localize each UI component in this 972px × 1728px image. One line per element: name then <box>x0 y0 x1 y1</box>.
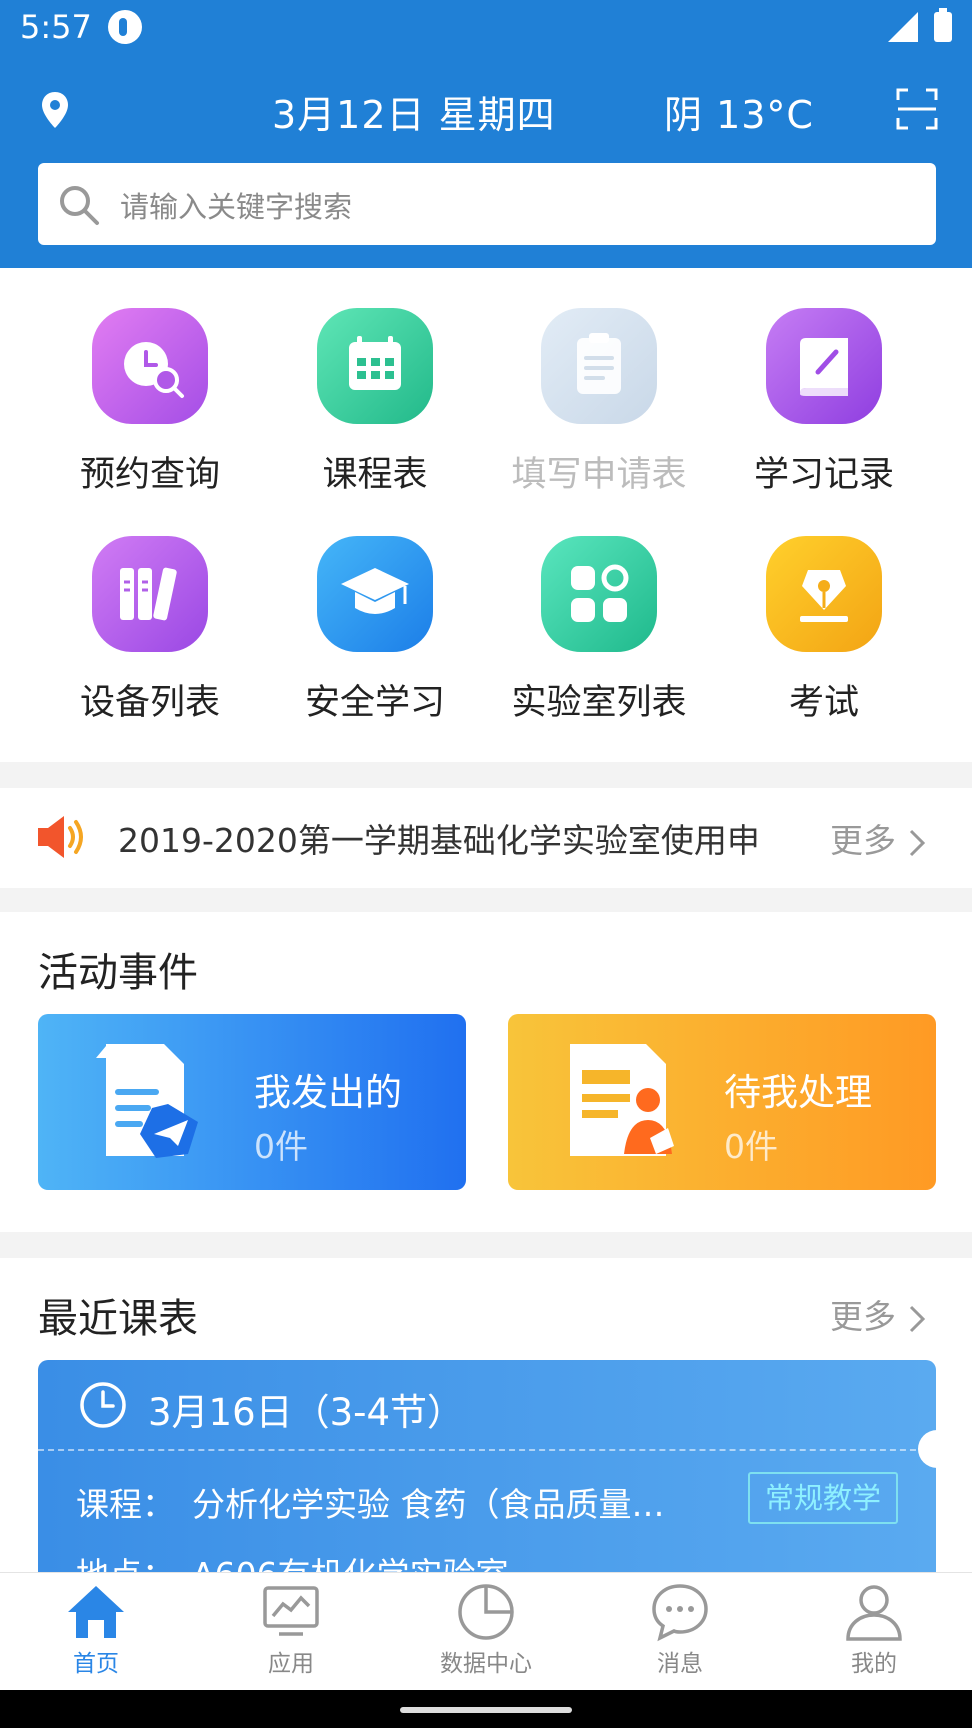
nav-label: 数据中心 <box>440 1651 532 1677</box>
search-input[interactable] <box>120 186 900 228</box>
document-user-icon <box>570 1044 674 1156</box>
more-label: 更多 <box>830 821 896 860</box>
course-name: 分析化学实验 食药（食品质量… <box>192 1485 665 1524</box>
nav-messages[interactable]: 消息 <box>600 1582 760 1678</box>
graduation-cap-icon <box>341 568 409 614</box>
clock-icon <box>80 1382 126 1428</box>
grid-item-exam[interactable]: 考试 <box>724 536 924 725</box>
grid-label: 考试 <box>788 683 859 723</box>
nav-label: 首页 <box>73 1651 119 1677</box>
clipboard-icon <box>577 333 621 394</box>
more-label: 更多 <box>830 1297 896 1336</box>
nav-profile[interactable]: 我的 <box>794 1582 954 1678</box>
teaching-type-badge: 常规教学 <box>748 1472 898 1524</box>
grid-item-equipment-list[interactable]: 设备列表 <box>50 536 250 725</box>
grid-label: 安全学习 <box>304 683 445 723</box>
card-count: 0件 <box>724 1127 778 1166</box>
pen-book-icon <box>800 338 848 396</box>
status-time: 5:57 <box>20 8 92 46</box>
pen-nib-icon <box>800 570 848 622</box>
grid-label: 设备列表 <box>79 683 220 723</box>
grid-item-timetable[interactable]: 课程表 <box>275 308 475 497</box>
header-weather: 阴 13°C <box>664 93 814 137</box>
search-icon <box>60 186 99 225</box>
signal-icon <box>888 12 918 42</box>
notice-more-link[interactable]: 更多 <box>830 814 929 862</box>
grid-label: 实验室列表 <box>511 683 687 723</box>
pending-my-action-card[interactable]: 待我处理 0件 <box>508 1014 936 1190</box>
grid-label: 填写申请表 <box>511 455 687 495</box>
grid-label: 学习记录 <box>753 455 894 495</box>
nav-label: 消息 <box>657 1651 703 1677</box>
recent-more-link[interactable]: 更多 <box>830 1290 929 1338</box>
books-icon <box>120 567 177 621</box>
monitor-chart-icon <box>263 1586 319 1636</box>
header-date: 3月12日 星期四 <box>272 93 556 137</box>
home-gesture-handle[interactable] <box>400 1707 572 1713</box>
calendar-icon <box>349 336 401 390</box>
nav-label: 我的 <box>851 1651 897 1677</box>
location-pin-icon[interactable] <box>40 90 70 130</box>
pie-chart-icon <box>458 1584 514 1640</box>
apps-grid-icon <box>571 564 629 622</box>
grid-item-study-record[interactable]: 学习记录 <box>724 308 924 497</box>
grid-label: 课程表 <box>322 455 428 495</box>
card-title: 我发出的 <box>254 1071 402 1114</box>
grid-item-booking-query[interactable]: 预约查询 <box>50 308 250 497</box>
notice-text[interactable]: 2019-2020第一学期基础化学实验室使用申 <box>118 814 788 862</box>
card-notch <box>918 1430 956 1468</box>
battery-icon <box>934 8 952 42</box>
divider <box>38 1449 936 1451</box>
grid-item-lab-list[interactable]: 实验室列表 <box>499 536 699 725</box>
course-date: 3月16日（3-4节） <box>148 1391 465 1434</box>
user-icon <box>846 1585 902 1641</box>
activity-title: 活动事件 <box>38 950 198 996</box>
speaker-icon <box>38 816 83 858</box>
card-title: 待我处理 <box>724 1071 872 1114</box>
nav-data-center[interactable]: 数据中心 <box>406 1582 566 1678</box>
card-count: 0件 <box>254 1127 308 1166</box>
course-label: 课程： <box>76 1485 175 1524</box>
chat-bubble-icon <box>652 1584 708 1642</box>
chevron-right-icon <box>909 1305 925 1332</box>
chevron-right-icon <box>909 829 925 856</box>
recent-title: 最近课表 <box>38 1296 198 1342</box>
nav-home[interactable]: 首页 <box>16 1582 176 1678</box>
nav-apps[interactable]: 应用 <box>211 1582 371 1678</box>
grid-label: 预约查询 <box>79 455 220 495</box>
sent-by-me-card[interactable]: 我发出的 0件 <box>38 1014 466 1190</box>
home-icon <box>68 1586 124 1638</box>
grid-item-safety-study[interactable]: 安全学习 <box>275 536 475 725</box>
grid-item-application-form[interactable]: 填写申请表 <box>499 308 699 497</box>
notification-app-icon <box>108 10 142 44</box>
nav-label: 应用 <box>268 1651 314 1677</box>
clock-search-icon <box>124 342 184 398</box>
scan-icon[interactable] <box>896 88 938 130</box>
document-send-icon <box>96 1044 198 1158</box>
